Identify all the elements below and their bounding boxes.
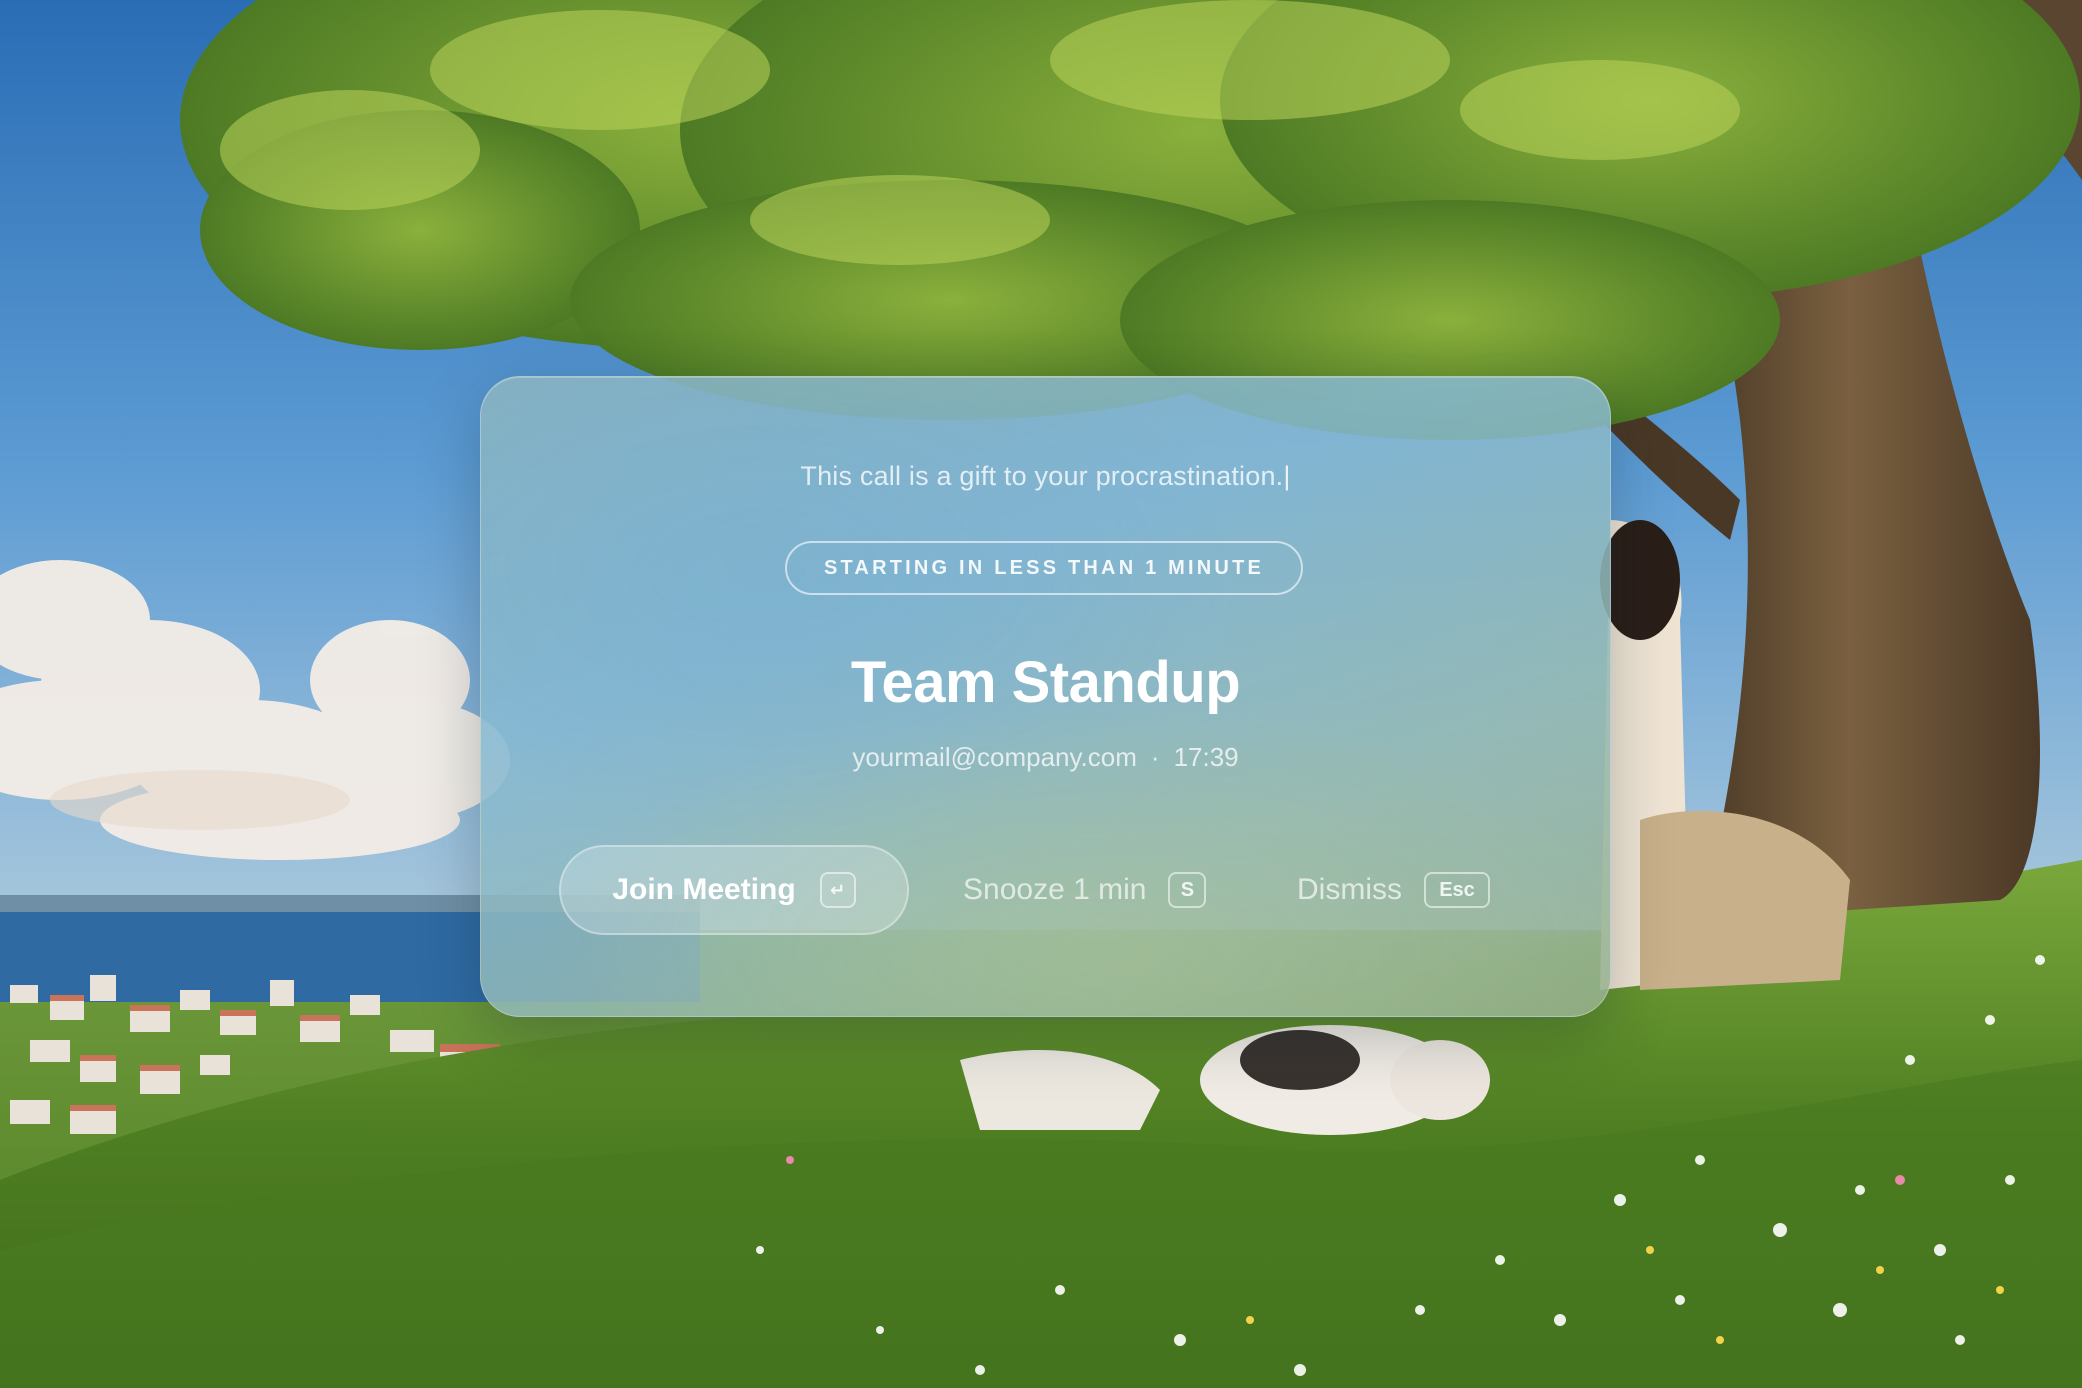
text-caret: | xyxy=(1283,461,1291,491)
tagline-text: This call is a gift to your procrastinat… xyxy=(800,461,1284,491)
meeting-title: Team Standup xyxy=(850,650,1241,715)
snooze-button[interactable]: Snooze 1 min S xyxy=(963,845,1207,935)
dismiss-button[interactable]: Dismiss Esc xyxy=(1297,845,1490,935)
reminder-tagline: This call is a gift to your procrastinat… xyxy=(481,461,1610,492)
dismiss-label: Dismiss xyxy=(1297,873,1402,906)
meta-separator: · xyxy=(1150,742,1160,772)
status-badge: STARTING IN LESS THAN 1 MINUTE xyxy=(785,541,1303,595)
status-text: STARTING IN LESS THAN 1 MINUTE xyxy=(823,556,1265,579)
meeting-time: 17:39 xyxy=(1173,742,1239,772)
meeting-meta: yourmail@company.com · 17:39 xyxy=(481,742,1610,773)
snooze-shortcut-key: S xyxy=(1168,872,1207,908)
desktop-wallpaper: This call is a gift to your procrastinat… xyxy=(0,0,2082,1388)
join-meeting-label: Join Meeting xyxy=(612,873,796,906)
enter-key-icon: ↵ xyxy=(819,872,856,908)
dismiss-shortcut-key: Esc xyxy=(1424,872,1490,908)
snooze-label: Snooze 1 min xyxy=(963,873,1147,906)
join-meeting-button[interactable]: Join Meeting ↵ xyxy=(559,845,909,935)
meeting-reminder-card: This call is a gift to your procrastinat… xyxy=(480,376,1611,1017)
organizer-email: yourmail@company.com xyxy=(852,742,1137,772)
